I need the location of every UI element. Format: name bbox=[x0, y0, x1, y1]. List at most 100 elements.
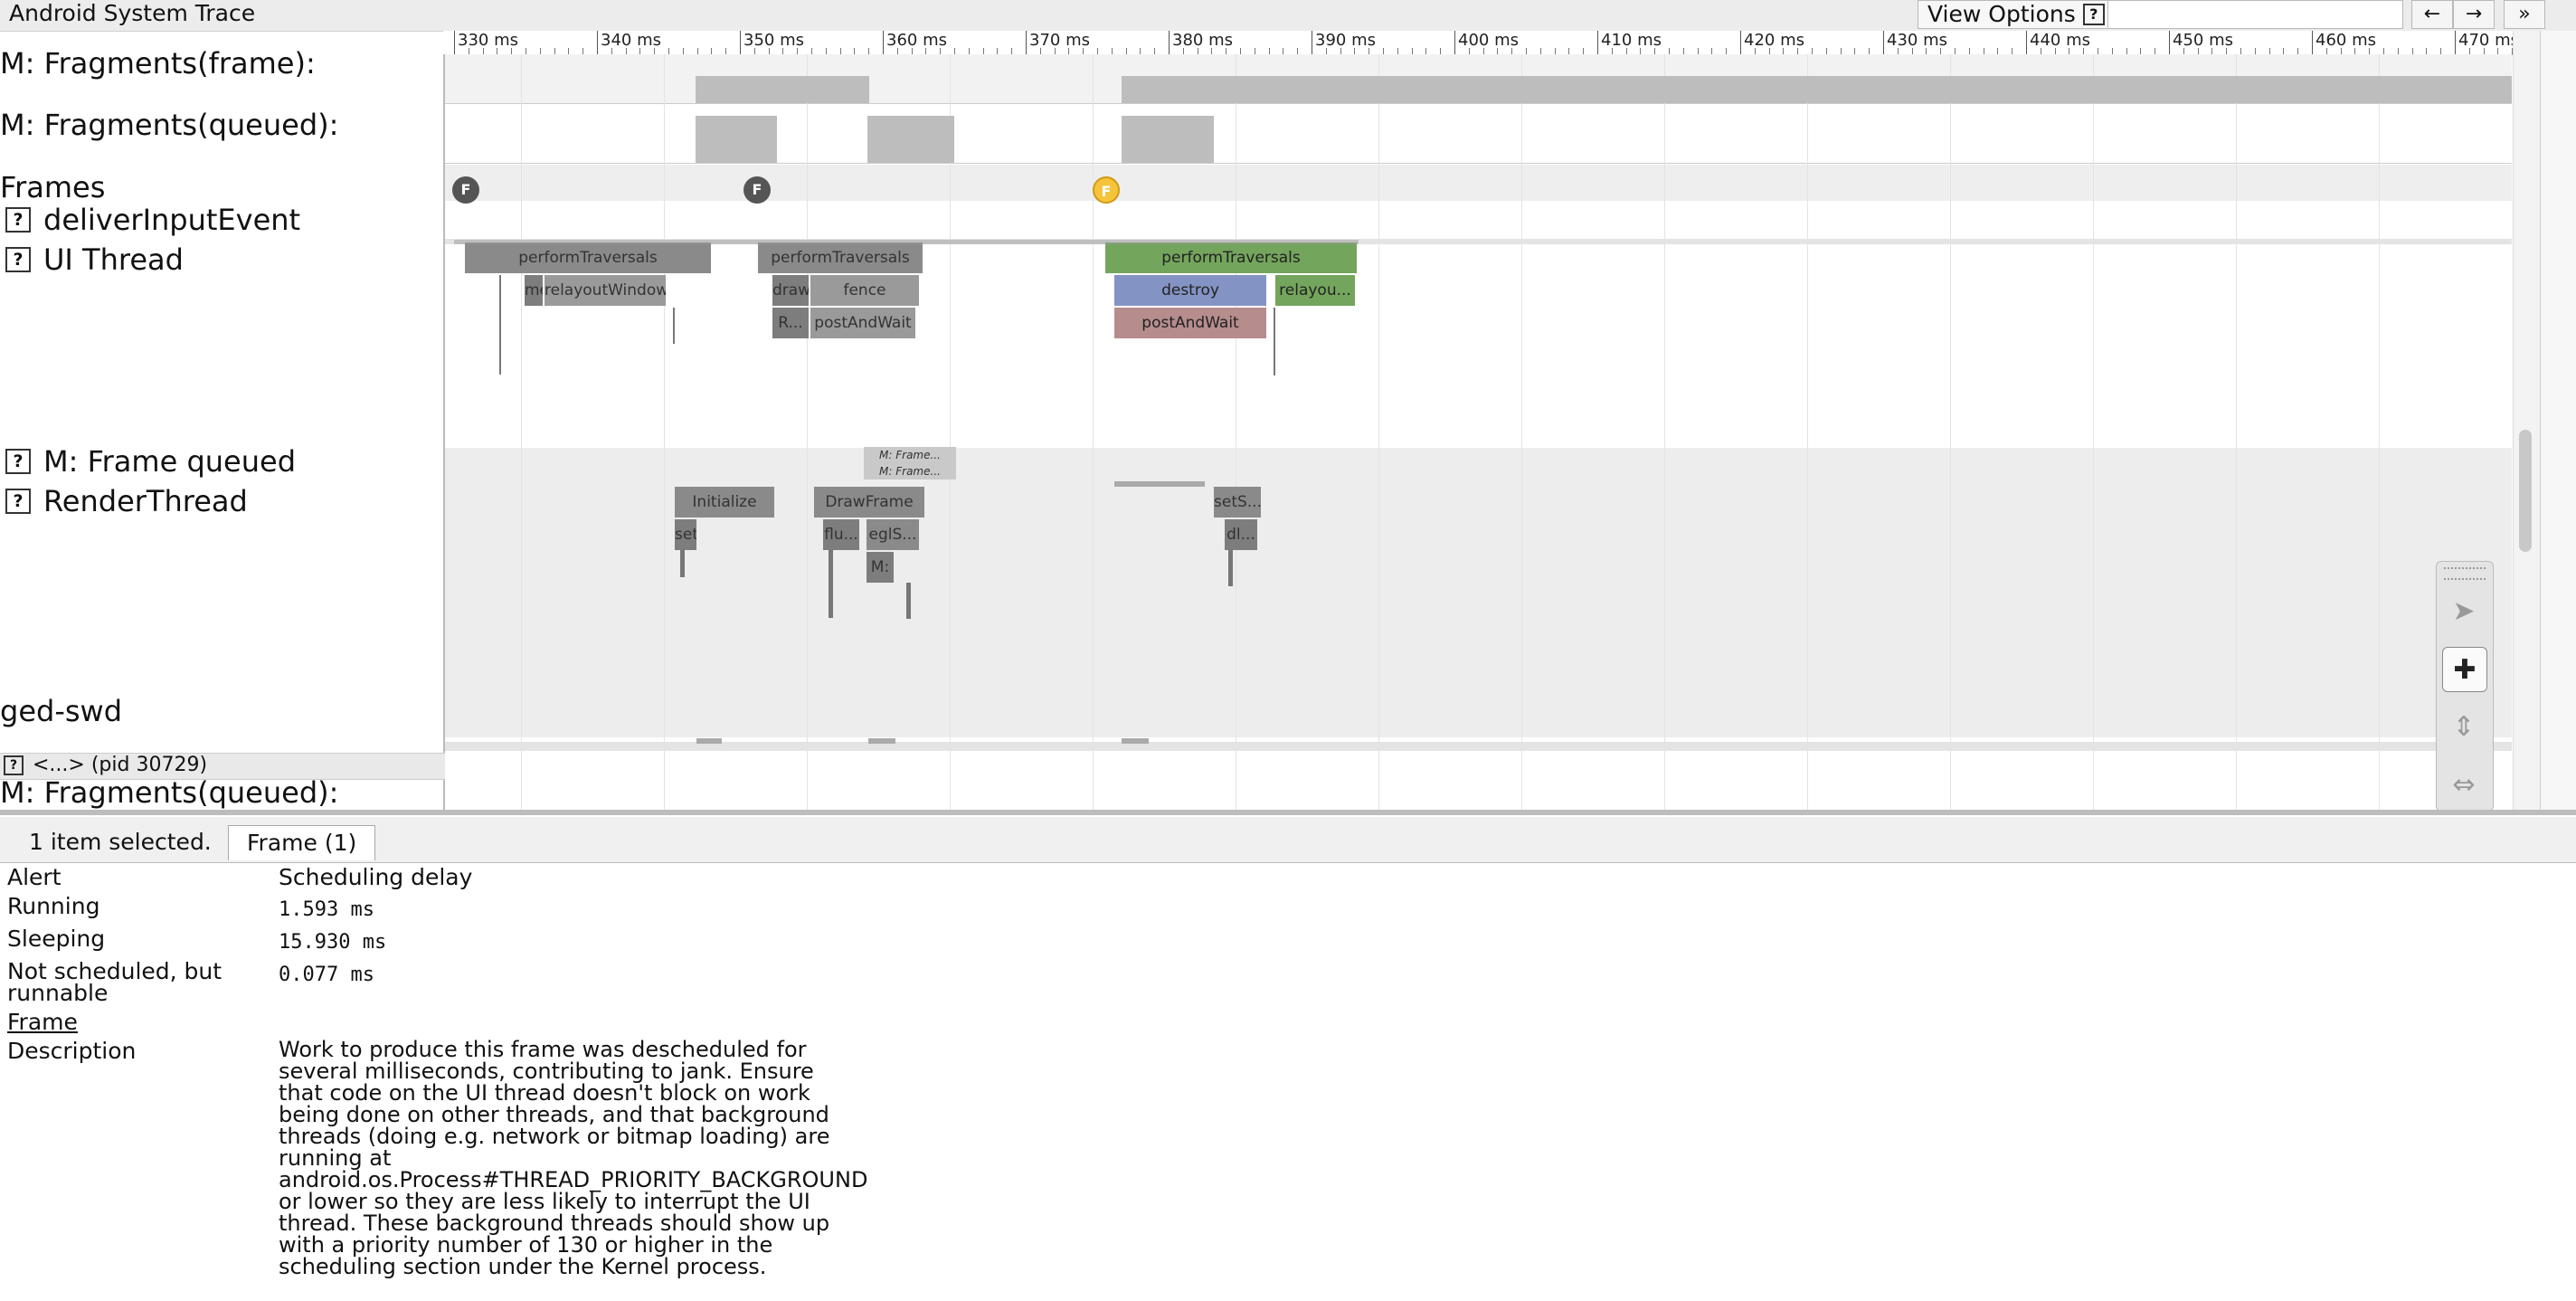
mouse-mode-selector[interactable]: ➤ ✚ ⇕ ⇔ bbox=[2436, 561, 2494, 812]
gridline bbox=[2379, 54, 2380, 810]
help-icon[interactable]: ? bbox=[2082, 4, 2105, 25]
ruler-minor-tick bbox=[811, 48, 812, 54]
tab-frame[interactable]: Frame (1) bbox=[228, 825, 376, 860]
fragment-slice[interactable] bbox=[1122, 76, 2512, 103]
time-ruler[interactable]: 330 ms 340 ms 350 ms 360 ms 370 ms 380 ms 390 … bbox=[443, 31, 2546, 55]
render-slice-dl[interactable]: dl... bbox=[1225, 519, 1257, 550]
ruler-minor-tick bbox=[582, 48, 584, 54]
render-slice-flush[interactable]: flu... bbox=[823, 519, 859, 550]
ruler-minor-tick bbox=[1368, 48, 1370, 54]
gridline bbox=[1521, 54, 1522, 810]
track-label-fragments-queued-2[interactable]: M: Fragments(queued): bbox=[0, 776, 338, 809]
ruler-minor-tick bbox=[2268, 48, 2270, 54]
selection-count: 1 item selected. bbox=[29, 829, 212, 855]
ruler-major-tick bbox=[2455, 31, 2456, 54]
render-slice-draw-frame[interactable]: DrawFrame bbox=[814, 487, 924, 518]
frame-queued-slice[interactable]: M: Frame... bbox=[864, 463, 956, 480]
ruler-minor-tick bbox=[982, 48, 984, 54]
gridline bbox=[1950, 54, 1951, 810]
track-label-frame-queued[interactable]: ? M: Frame queued bbox=[5, 445, 296, 478]
frame-marker-selected[interactable]: F bbox=[1093, 176, 1120, 204]
runnable-value: 0.077 ms bbox=[279, 964, 374, 986]
help-icon[interactable]: ? bbox=[5, 449, 31, 474]
ui-slice-perform-traversals[interactable]: performTraversals bbox=[465, 242, 711, 273]
ui-slice-draw[interactable]: draw bbox=[772, 275, 809, 306]
ui-slice-post-and-wait[interactable]: postAndWait bbox=[810, 308, 915, 338]
help-icon[interactable]: ? bbox=[4, 755, 24, 775]
ruler-minor-tick bbox=[2054, 48, 2056, 54]
pan-tool-icon[interactable]: ✚ bbox=[2442, 647, 2487, 692]
track-label-render-thread[interactable]: ? RenderThread bbox=[5, 485, 248, 518]
track-label-process[interactable]: ged-swd bbox=[0, 695, 122, 727]
ui-slice-relayout-window[interactable]: relayoutWindow bbox=[545, 275, 666, 306]
description-text: Work to produce this frame was deschedul… bbox=[279, 1039, 867, 1277]
ruler-tick-label: 400 ms bbox=[1458, 31, 1519, 50]
ruler-minor-tick bbox=[2254, 48, 2256, 54]
frame-link[interactable]: Frame bbox=[7, 1011, 78, 1033]
render-slice-set-surface[interactable]: setS... bbox=[1214, 487, 1261, 518]
render-slice-set[interactable]: set bbox=[675, 519, 696, 550]
trace-canvas[interactable]: F F F performTraversals me relayoutWindo… bbox=[445, 54, 2512, 810]
frame-marker[interactable]: F bbox=[743, 176, 771, 204]
fragment-queued-slice[interactable] bbox=[1122, 116, 1214, 163]
ui-slice-post-and-wait[interactable]: postAndWait bbox=[1114, 308, 1266, 338]
ruler-minor-tick bbox=[2383, 48, 2384, 54]
ruler-minor-tick bbox=[1754, 48, 1756, 54]
ruler-major-tick bbox=[740, 31, 741, 54]
more-button[interactable]: » bbox=[2504, 0, 2545, 29]
vertical-scrollbar[interactable] bbox=[2513, 31, 2541, 810]
ruler-minor-tick bbox=[1211, 48, 1213, 54]
fragment-queued-slice[interactable] bbox=[867, 116, 954, 163]
ui-slice-destroy[interactable]: destroy bbox=[1114, 275, 1266, 306]
ui-slice-fence[interactable]: fence bbox=[810, 275, 919, 306]
ruler-tick-label: 460 ms bbox=[2316, 31, 2376, 50]
track-label-fragments-queued[interactable]: M: Fragments(queued): bbox=[0, 109, 338, 141]
render-tick-line bbox=[829, 550, 833, 618]
track-label-ui-thread[interactable]: ? UI Thread bbox=[5, 243, 184, 276]
next-button[interactable]: → bbox=[2453, 0, 2495, 29]
frame-queued-slice[interactable]: M: Frame... bbox=[864, 447, 956, 463]
prev-button[interactable]: ← bbox=[2411, 0, 2453, 29]
drag-handle-icon[interactable] bbox=[2444, 567, 2486, 580]
timing-tool-icon[interactable]: ⇔ bbox=[2442, 763, 2486, 806]
scrollbar-thumb[interactable] bbox=[2519, 430, 2532, 552]
panel-divider[interactable] bbox=[0, 810, 2576, 815]
side-panel-tabs[interactable] bbox=[2540, 31, 2576, 810]
zoom-tool-icon[interactable]: ⇕ bbox=[2442, 705, 2486, 748]
ruler-minor-tick bbox=[2397, 48, 2399, 54]
ui-slice-me[interactable]: me bbox=[525, 275, 543, 306]
search-input[interactable] bbox=[2107, 0, 2403, 29]
selection-tool-icon[interactable]: ➤ bbox=[2442, 589, 2486, 632]
help-icon[interactable]: ? bbox=[5, 489, 31, 514]
ui-slice-r[interactable]: R... bbox=[772, 308, 809, 338]
track-label-text: M: Fragments(queued): bbox=[0, 108, 339, 142]
ui-slice-relayout[interactable]: relayou... bbox=[1275, 275, 1355, 306]
help-icon[interactable]: ? bbox=[5, 247, 31, 272]
ruler-tick-label: 370 ms bbox=[1029, 31, 1090, 50]
fragment-slice[interactable] bbox=[696, 76, 869, 103]
ruler-major-tick bbox=[1454, 31, 1455, 54]
render-slice-m[interactable]: M: bbox=[867, 552, 894, 583]
ruler-minor-tick bbox=[940, 48, 942, 54]
ruler-tick-label: 470 ms bbox=[2458, 31, 2519, 50]
ruler-minor-tick bbox=[2226, 48, 2228, 54]
ruler-minor-tick bbox=[639, 48, 641, 54]
description-line: threads (doing e.g. network or bitmap lo… bbox=[279, 1124, 830, 1149]
help-icon[interactable]: ? bbox=[5, 207, 31, 233]
view-options-button[interactable]: View Options ? bbox=[1918, 0, 2115, 29]
render-slice-initialize[interactable]: Initialize bbox=[675, 487, 774, 518]
render-slice-egl-swap[interactable]: eglS... bbox=[867, 519, 919, 550]
ruler-minor-tick bbox=[1583, 48, 1585, 54]
ui-slice-perform-traversals[interactable]: performTraversals bbox=[758, 242, 923, 273]
ruler-minor-tick bbox=[568, 48, 570, 54]
ruler-minor-tick bbox=[539, 48, 541, 54]
ui-slice-perform-traversals-selected[interactable]: performTraversals bbox=[1105, 242, 1357, 273]
ruler-minor-tick bbox=[1083, 48, 1084, 54]
track-label-fragments-frame[interactable]: M: Fragments(frame): bbox=[0, 47, 316, 80]
gridline bbox=[1807, 54, 1808, 810]
frame-marker[interactable]: F bbox=[452, 176, 479, 204]
track-label-deliver-input[interactable]: ? deliverInputEvent bbox=[5, 204, 300, 236]
track-label-frames[interactable]: Frames bbox=[0, 171, 105, 204]
ui-tick-line bbox=[499, 275, 501, 375]
fragment-queued-slice[interactable] bbox=[696, 116, 777, 163]
